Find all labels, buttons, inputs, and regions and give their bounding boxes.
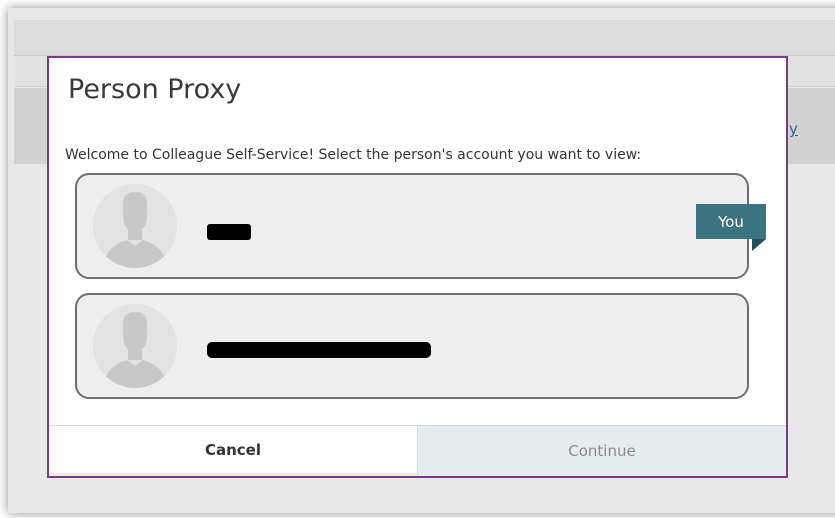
background-link[interactable]: y — [789, 120, 798, 138]
redacted-name — [207, 224, 251, 240]
continue-button[interactable]: Continue — [417, 426, 786, 476]
dialog-prompt: Welcome to Colleague Self-Service! Selec… — [65, 147, 642, 163]
person-silhouette-icon — [93, 304, 177, 388]
person-silhouette-icon — [93, 184, 177, 268]
dialog-footer: Cancel Continue — [49, 425, 786, 476]
you-badge-fold — [752, 239, 766, 251]
dialog-title: Person Proxy — [68, 74, 242, 105]
redacted-name — [207, 342, 431, 358]
cancel-button[interactable]: Cancel — [49, 426, 417, 476]
person-proxy-dialog: Person Proxy Welcome to Colleague Self-S… — [47, 56, 788, 478]
background-header — [14, 20, 835, 56]
person-card-proxy[interactable] — [75, 293, 749, 399]
person-card-self[interactable] — [75, 173, 749, 279]
you-badge: You — [696, 204, 766, 239]
